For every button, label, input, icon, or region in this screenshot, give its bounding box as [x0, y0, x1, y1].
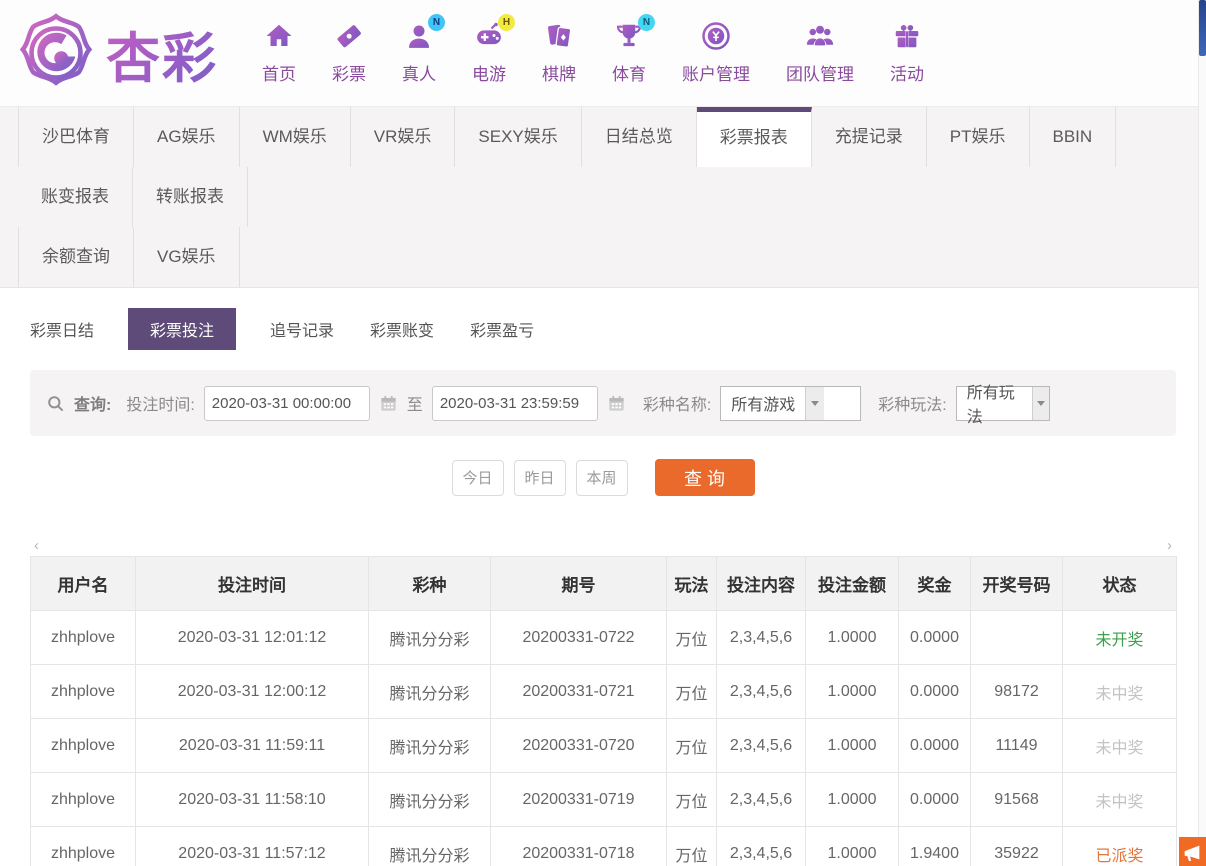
tab-vr[interactable]: VR娱乐	[351, 107, 456, 167]
col-username: 用户名	[31, 557, 136, 611]
nav-badge-n: N	[428, 14, 445, 31]
col-play: 玩法	[667, 557, 717, 611]
tab-wm[interactable]: WM娱乐	[240, 107, 351, 167]
nav-item-team[interactable]: 团队管理	[786, 21, 854, 85]
tab-bbin[interactable]: BBIN	[1030, 107, 1117, 167]
live-person-icon: N	[404, 21, 434, 51]
nav-item-lottery[interactable]: 彩票	[332, 21, 366, 85]
this-week-button[interactable]: 本周	[576, 460, 628, 496]
nav-badge-n2: N	[638, 14, 655, 31]
search-icon	[46, 394, 65, 413]
col-prize: 奖金	[899, 557, 971, 611]
nav-item-sports[interactable]: N 体育	[612, 21, 646, 85]
filter-bar: 查询: 投注时间: 至 彩种名称: 所有游戏 彩种玩法: 所有玩法	[30, 370, 1176, 436]
chevron-down-icon	[1032, 387, 1049, 420]
subtab-lottery-account-change[interactable]: 彩票账变	[368, 308, 436, 350]
tab-daily-summary[interactable]: 日结总览	[582, 107, 697, 167]
bet-time-label: 投注时间:	[126, 391, 194, 415]
team-icon	[805, 21, 835, 51]
table-scroll-left-icon[interactable]: ‹	[34, 538, 39, 553]
col-lottery: 彩种	[369, 557, 491, 611]
search-label: 查询:	[74, 391, 111, 415]
date-range-separator: 至	[407, 391, 423, 415]
nav-item-egames[interactable]: H 电游	[472, 21, 506, 85]
col-amount: 投注金额	[806, 557, 899, 611]
nav-item-activity[interactable]: 活动	[890, 21, 924, 85]
report-tabstrip: 沙巴体育 AG娱乐 WM娱乐 VR娱乐 SEXY娱乐 日结总览 彩票报表 充提记…	[0, 106, 1198, 288]
subtab-lottery-bets[interactable]: 彩票投注	[128, 308, 236, 350]
tab-shaba-sports[interactable]: 沙巴体育	[18, 107, 134, 167]
table-row: zhhplove 2020-03-31 12:01:12 腾讯分分彩 20200…	[31, 611, 1177, 665]
tab-deposit-withdraw[interactable]: 充提记录	[812, 107, 927, 167]
status-badge: 未中奖	[1063, 719, 1177, 773]
home-icon	[264, 21, 294, 51]
nav-item-boardgames[interactable]: 棋牌	[542, 21, 576, 85]
calendar-from-icon[interactable]	[379, 394, 398, 413]
date-from-input[interactable]	[204, 386, 370, 421]
nav-item-account[interactable]: 账户管理	[682, 21, 750, 85]
brand-flower-icon	[14, 11, 98, 95]
brand-name: 杏彩	[106, 14, 218, 93]
cards-icon	[544, 21, 574, 51]
quick-buttons-row: 今日 昨日 本周 查 询	[0, 459, 1206, 496]
tab-lottery-report[interactable]: 彩票报表	[697, 107, 812, 167]
page-scrollbar[interactable]	[1198, 0, 1206, 866]
col-content: 投注内容	[717, 557, 806, 611]
lottery-subtabs: 彩票日结 彩票投注 追号记录 彩票账变 彩票盈亏	[0, 288, 1206, 368]
tab-balance-query[interactable]: 余额查询	[18, 227, 134, 287]
calendar-to-icon[interactable]	[607, 394, 626, 413]
table-row: zhhplove 2020-03-31 11:57:12 腾讯分分彩 20200…	[31, 827, 1177, 866]
subtab-chase-records[interactable]: 追号记录	[268, 308, 336, 350]
tab-vg[interactable]: VG娱乐	[134, 227, 240, 287]
col-bet-time: 投注时间	[136, 557, 369, 611]
subtab-lottery-daily[interactable]: 彩票日结	[28, 308, 96, 350]
play-type-label: 彩种玩法:	[878, 391, 946, 415]
tab-sexy[interactable]: SEXY娱乐	[455, 107, 581, 167]
col-issue: 期号	[491, 557, 667, 611]
table-scroll-right-icon[interactable]: ›	[1167, 538, 1172, 553]
nav-item-live[interactable]: N 真人	[402, 21, 436, 85]
tab-ag[interactable]: AG娱乐	[134, 107, 240, 167]
tab-pt[interactable]: PT娱乐	[927, 107, 1030, 167]
table-row: zhhplove 2020-03-31 11:58:10 腾讯分分彩 20200…	[31, 773, 1177, 827]
bets-table-container: ‹ › 用户名 投注时间 彩种 期号 玩法 投注内容 投注金额 奖金 开奖号码 …	[30, 556, 1176, 866]
today-button[interactable]: 今日	[452, 460, 504, 496]
scrollbar-thumb[interactable]	[1199, 0, 1206, 56]
megaphone-icon	[1181, 842, 1203, 864]
subtab-lottery-profit-loss[interactable]: 彩票盈亏	[468, 308, 536, 350]
brand-logo[interactable]: 杏彩	[14, 11, 218, 95]
play-type-select[interactable]: 所有玩法	[956, 386, 1050, 421]
nav-badge-h: H	[498, 14, 515, 31]
lottery-name-select[interactable]: 所有游戏	[720, 386, 861, 421]
table-row: zhhplove 2020-03-31 11:59:11 腾讯分分彩 20200…	[31, 719, 1177, 773]
status-badge: 未中奖	[1063, 773, 1177, 827]
tab-account-change[interactable]: 账变报表	[18, 167, 133, 227]
query-button[interactable]: 查 询	[655, 459, 755, 496]
yesterday-button[interactable]: 昨日	[514, 460, 566, 496]
promo-corner-button[interactable]	[1179, 837, 1206, 866]
table-row: zhhplove 2020-03-31 12:00:12 腾讯分分彩 20200…	[31, 665, 1177, 719]
nav-item-home[interactable]: 首页	[262, 21, 296, 85]
bets-table: 用户名 投注时间 彩种 期号 玩法 投注内容 投注金额 奖金 开奖号码 状态 z…	[30, 556, 1177, 866]
ticket-icon	[334, 21, 364, 51]
main-nav: 首页 彩票 N 真人 H 电游 棋牌	[262, 21, 924, 85]
tab-transfer-report[interactable]: 转账报表	[133, 167, 248, 227]
header: 杏彩 首页 彩票 N 真人 H 电游	[0, 0, 1206, 106]
gamepad-icon: H	[474, 21, 504, 51]
col-status: 状态	[1063, 557, 1177, 611]
date-to-input[interactable]	[432, 386, 598, 421]
lottery-name-label: 彩种名称:	[643, 391, 711, 415]
table-header-row: 用户名 投注时间 彩种 期号 玩法 投注内容 投注金额 奖金 开奖号码 状态	[31, 557, 1177, 611]
coin-icon	[701, 21, 731, 51]
trophy-icon: N	[614, 21, 644, 51]
status-badge: 未开奖	[1063, 611, 1177, 665]
chevron-down-icon	[805, 387, 824, 420]
status-badge: 已派奖	[1063, 827, 1177, 866]
status-badge: 未中奖	[1063, 665, 1177, 719]
col-draw-numbers: 开奖号码	[971, 557, 1063, 611]
gift-icon	[892, 21, 922, 51]
